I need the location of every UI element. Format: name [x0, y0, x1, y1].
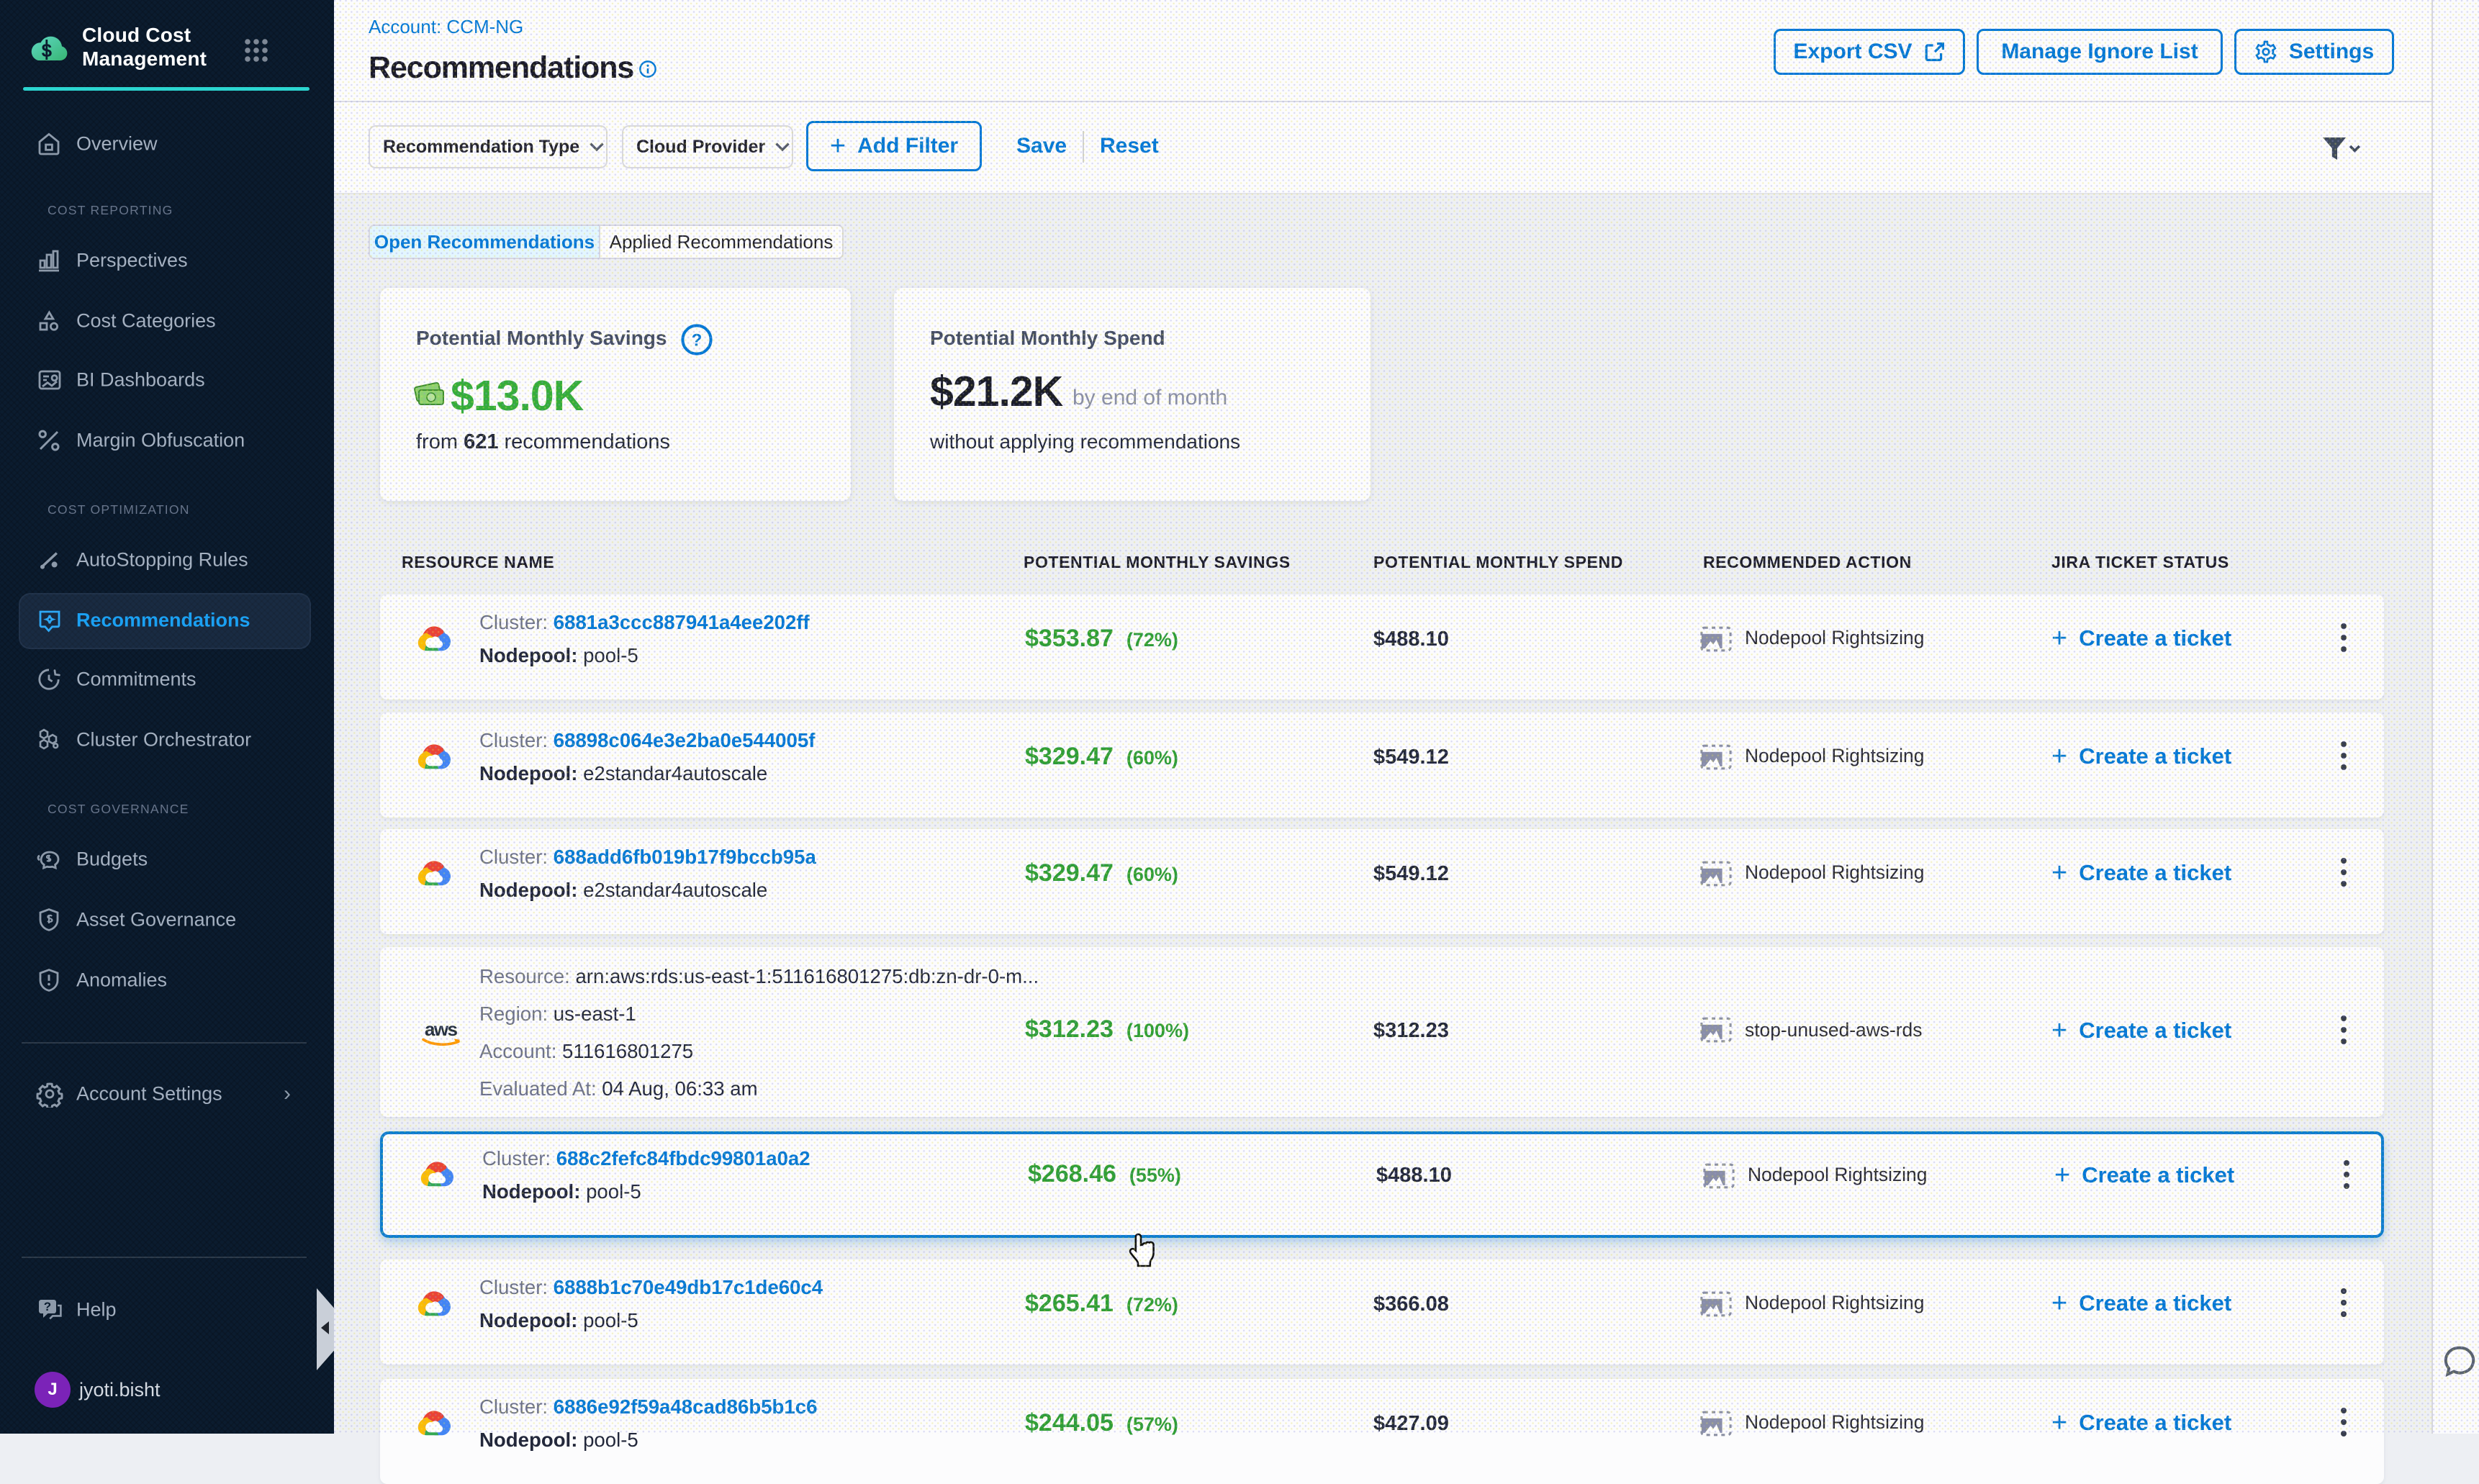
svg-text:?: ?: [692, 330, 703, 350]
svg-text:?: ?: [44, 1300, 51, 1313]
